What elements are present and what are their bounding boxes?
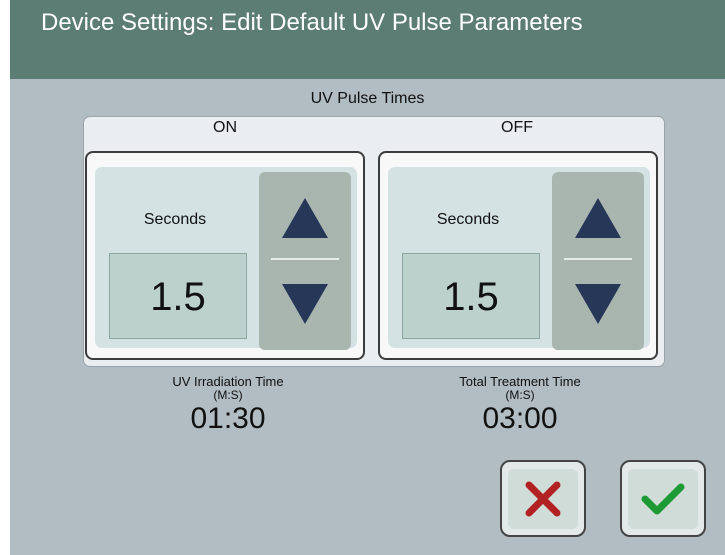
stepper-divider [271, 258, 339, 260]
down-triangle-icon [282, 284, 328, 324]
off-decrease-button[interactable] [552, 264, 644, 344]
irradiation-value: 01:30 [190, 402, 266, 435]
off-value-field[interactable]: 1.5 [402, 253, 540, 339]
down-triangle-icon [575, 284, 621, 324]
irradiation-unit: (M:S) [213, 388, 243, 402]
checkmark-icon [641, 483, 685, 514]
confirm-button[interactable] [620, 460, 706, 537]
on-pulse-panel: Seconds 1.5 [85, 151, 365, 360]
irradiation-label: UV Irradiation Time [172, 374, 284, 389]
on-decrease-button[interactable] [259, 264, 351, 344]
irradiation-time: UV Irradiation Time (M:S) 01:30 [118, 374, 338, 436]
device-settings-screen: Device Settings: Edit Default UV Pulse P… [10, 0, 725, 555]
cancel-button[interactable] [500, 460, 586, 537]
off-pulse-inner: Seconds 1.5 [388, 167, 650, 350]
on-value-field[interactable]: 1.5 [109, 253, 247, 339]
on-increase-button[interactable] [259, 178, 351, 258]
treatment-unit: (M:S) [505, 388, 535, 402]
off-unit-label: Seconds [436, 211, 500, 228]
off-pulse-panel: Seconds 1.5 [378, 151, 658, 360]
off-column-label: OFF [501, 119, 533, 136]
close-icon [525, 481, 561, 516]
page-title: Device Settings: Edit Default UV Pulse P… [41, 9, 583, 36]
on-unit-label: Seconds [143, 211, 207, 228]
stepper-divider [564, 258, 632, 260]
treatment-label: Total Treatment Time [459, 374, 581, 389]
up-triangle-icon [282, 198, 328, 238]
on-stepper [259, 172, 351, 350]
up-triangle-icon [575, 198, 621, 238]
off-increase-button[interactable] [552, 178, 644, 258]
treatment-value: 03:00 [482, 402, 558, 435]
title-bar: Device Settings: Edit Default UV Pulse P… [10, 0, 725, 79]
treatment-time: Total Treatment Time (M:S) 03:00 [410, 374, 630, 436]
on-value: 1.5 [150, 275, 206, 319]
off-stepper [552, 172, 644, 350]
off-value: 1.5 [443, 275, 499, 319]
pulse-times-heading: UV Pulse Times [310, 90, 425, 107]
cancel-button-face [508, 468, 578, 529]
on-column-label: ON [213, 119, 237, 136]
confirm-button-face [628, 468, 698, 529]
on-pulse-inner: Seconds 1.5 [95, 167, 357, 350]
